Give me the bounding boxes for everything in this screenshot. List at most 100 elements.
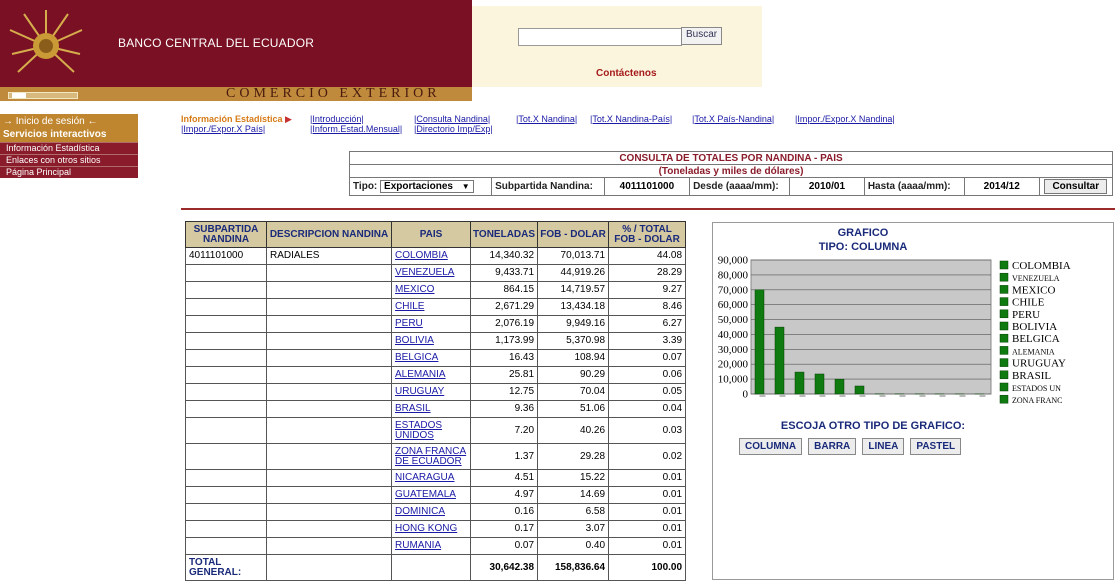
legend-label: PERU (1012, 309, 1040, 321)
table-row: RUMANIA 0.07 0.40 0.01 (185, 537, 687, 555)
country-link[interactable]: HONG KONG (395, 523, 457, 534)
cell-toneladas: 2,671.29 (469, 298, 539, 316)
consultar-button[interactable]: Consultar (1044, 179, 1108, 194)
cell-pais: BRASIL (391, 400, 471, 418)
cell-toneladas: 9.36 (469, 400, 539, 418)
country-link[interactable]: COLOMBIA (395, 250, 448, 261)
contact-link[interactable]: Contáctenos (596, 68, 657, 79)
legend-label: ESTADOS UN (1012, 384, 1061, 393)
cell-pct: 0.06 (608, 366, 687, 384)
cell-subpartida (185, 332, 267, 350)
results-body: 4011101000 RADIALES COLOMBIA 14,340.32 70,01… (185, 247, 687, 555)
chart-y-tick-label: 60,000 (718, 299, 749, 311)
cell-toneladas: 0.17 (469, 520, 539, 538)
cell-toneladas: 4.97 (469, 486, 539, 504)
cell-fob: 70,013.71 (537, 247, 610, 265)
country-link[interactable]: ALEMANIA (395, 369, 446, 380)
nav-impor-expor-pais[interactable]: |Impor./Expor.X País| (181, 124, 265, 134)
country-link[interactable]: BOLIVIA (395, 335, 434, 346)
country-link[interactable]: RUMANIA (395, 540, 441, 551)
subpartida-field[interactable]: 4011101000 (603, 177, 691, 196)
cell-pais: NICARAGUA (391, 469, 471, 487)
country-link[interactable]: ESTADOS UNIDOS (395, 420, 442, 441)
legend-label: MEXICO (1012, 284, 1055, 296)
cell-descripcion (266, 520, 392, 538)
country-link[interactable]: VENEZUELA (395, 267, 454, 278)
sidebar-item-estadistica[interactable]: Información Estadística (0, 142, 138, 154)
cell-pais: BELGICA (391, 349, 471, 367)
cell-descripcion (266, 264, 392, 282)
cell-descripcion (266, 281, 392, 299)
cell-fob: 14.69 (537, 486, 610, 504)
chart-y-tick-label: 40,000 (718, 329, 749, 341)
country-link[interactable]: URUGUAY (395, 386, 444, 397)
nav-consulta-nandina[interactable]: |Consulta Nandina| (414, 114, 490, 124)
desde-field[interactable]: 2010/01 (789, 177, 865, 196)
results-table: SUBPARTIDA NANDINA DESCRIPCION NANDINA P… (185, 221, 687, 581)
tipo-select[interactable]: Exportaciones ▼ (380, 180, 474, 193)
country-link[interactable]: NICARAGUA (395, 472, 454, 483)
country-link[interactable]: DOMINICA (395, 506, 445, 517)
cell-pct: 0.01 (608, 520, 687, 538)
nav-directorio[interactable]: |Directorio Imp/Exp| (414, 124, 493, 134)
country-link[interactable]: BELGICA (395, 352, 438, 363)
cell-toneladas: 12.75 (469, 383, 539, 401)
login-link[interactable]: → Inicio de sesión ← (3, 115, 135, 128)
nav-tot-nandina-pais[interactable]: |Tot.X Nandina-País| (590, 114, 672, 124)
legend-label: BELGICA (1012, 333, 1060, 345)
cell-subpartida (185, 469, 267, 487)
legend-label: ALEMANIA (1012, 347, 1055, 356)
nav-introduccion[interactable]: |Introducción| (310, 114, 364, 124)
cell-pais: URUGUAY (391, 383, 471, 401)
chart-type-pastel-button[interactable]: PASTEL (910, 438, 962, 455)
sidebar-item-enlaces[interactable]: Enlaces con otros sitios (0, 154, 138, 166)
country-link[interactable]: CHILE (395, 301, 424, 312)
nav-inform-estad[interactable]: |Inform.Estad.Mensual| (310, 124, 402, 134)
sidebar-item-principal[interactable]: Página Principal (0, 166, 138, 178)
legend-label: ZONA FRANC (1012, 396, 1062, 405)
cell-subpartida (185, 486, 267, 504)
cell-pais: COLOMBIA (391, 247, 471, 265)
hasta-field[interactable]: 2014/12 (963, 177, 1040, 196)
cell-fob: 70.04 (537, 383, 610, 401)
cell-pct: 0.01 (608, 469, 687, 487)
legend-swatch (999, 321, 1009, 331)
cell-pais: ESTADOS UNIDOS (391, 417, 471, 444)
cell-toneladas: 1.37 (469, 443, 539, 470)
chart-type-barra-button[interactable]: BARRA (808, 438, 857, 455)
table-row: VENEZUELA 9,433.71 44,919.26 28.29 (185, 264, 687, 282)
country-link[interactable]: PERU (395, 318, 423, 329)
nav-tot-pais-nandina[interactable]: |Tot.X País-Nandina| (692, 114, 774, 124)
country-link[interactable]: MEXICO (395, 284, 434, 295)
cell-fob: 13,434.18 (537, 298, 610, 316)
cell-descripcion (266, 486, 392, 504)
cell-subpartida (185, 503, 267, 521)
cell-descripcion (266, 366, 392, 384)
search-input[interactable] (518, 28, 682, 46)
nav-tot-nandina[interactable]: |Tot.X Nandina| (516, 114, 577, 124)
country-link[interactable]: GUATEMALA (395, 489, 456, 500)
cell-toneladas: 9,433.71 (469, 264, 539, 282)
cell-pct: 0.04 (608, 400, 687, 418)
search-button[interactable]: Buscar (681, 27, 723, 45)
country-link[interactable]: BRASIL (395, 403, 431, 414)
tipo-value: Exportaciones (384, 181, 453, 192)
cell-pais: ZONA FRANCA DE ECUADOR (391, 443, 471, 470)
chart-type-buttons: COLUMNA BARRA LINEA PASTEL (739, 438, 964, 455)
legend-swatch (999, 358, 1009, 367)
cell-descripcion (266, 503, 392, 521)
cell-descripcion (266, 298, 392, 316)
chart-type-linea-button[interactable]: LINEA (862, 438, 905, 455)
nav-impor-expor-nandina[interactable]: |Impor./Expor.X Nandina| (795, 114, 895, 124)
cell-pais: VENEZUELA (391, 264, 471, 282)
cell-descripcion (266, 417, 392, 444)
chart-type-columna-button[interactable]: COLUMNA (739, 438, 803, 455)
legend-swatch (999, 382, 1009, 392)
cell-fob: 90.29 (537, 366, 610, 384)
total-empty-2 (391, 554, 471, 581)
country-link[interactable]: ZONA FRANCA DE ECUADOR (395, 446, 466, 467)
chart-bar (754, 289, 765, 395)
cell-pct: 8.46 (608, 298, 687, 316)
cell-descripcion (266, 315, 392, 333)
chart-panel: GRAFICO TIPO: COLUMNA 0 10,000 20,000 30,00… (712, 222, 1114, 580)
